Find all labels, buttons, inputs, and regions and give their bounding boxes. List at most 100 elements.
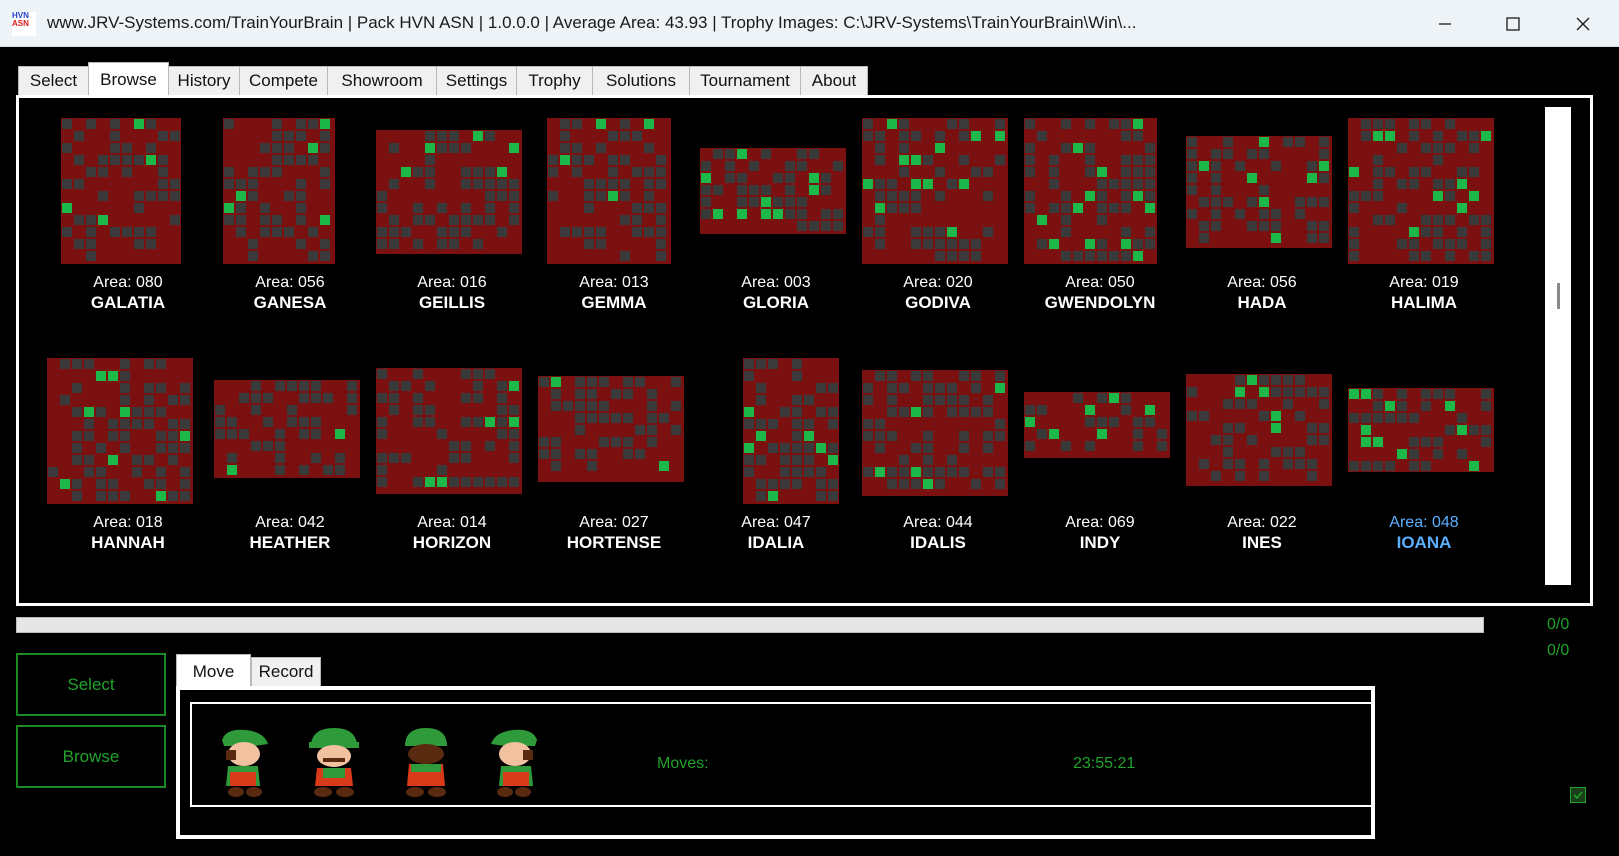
tab-record[interactable]: Record: [251, 657, 321, 687]
floor-tile: [449, 227, 459, 237]
floor-tile: [875, 431, 885, 441]
tab-tournament[interactable]: Tournament: [689, 66, 801, 96]
goal-tile: [1445, 401, 1455, 411]
floor-tile: [584, 155, 594, 165]
floor-tile: [863, 119, 873, 129]
floor-tile: [1097, 251, 1107, 261]
floor-tile: [1457, 413, 1467, 423]
goal-tile: [224, 203, 234, 213]
floor-tile: [224, 167, 234, 177]
floor-tile: [1433, 389, 1443, 399]
tab-select[interactable]: Select: [18, 66, 89, 96]
floor-tile: [449, 131, 459, 141]
floor-tile: [1307, 423, 1317, 433]
puzzle-name: IDALIS: [910, 533, 966, 552]
goal-tile: [701, 173, 711, 183]
floor-tile: [828, 407, 838, 417]
tab-about[interactable]: About: [800, 66, 868, 96]
tab-settings[interactable]: Settings: [436, 66, 517, 96]
floor-tile: [887, 395, 897, 405]
tab-showroom[interactable]: Showroom: [327, 66, 437, 96]
floor-tile: [74, 131, 84, 141]
floor-tile: [611, 413, 621, 423]
goal-tile: [1361, 389, 1371, 399]
floor-tile: [804, 395, 814, 405]
floor-tile: [656, 179, 666, 189]
floor-tile: [1133, 179, 1143, 189]
floor-tile: [887, 179, 897, 189]
floor-tile: [1061, 119, 1071, 129]
floor-tile: [1421, 227, 1431, 237]
floor-tile: [299, 381, 309, 391]
tab-browse[interactable]: Browse: [88, 62, 169, 97]
floor-tile: [425, 131, 435, 141]
floor-tile: [620, 191, 630, 201]
puzzle-thumbnail: [547, 118, 671, 264]
goal-tile: [1085, 405, 1095, 415]
tab-trophy[interactable]: Trophy: [516, 66, 593, 96]
floor-tile: [110, 131, 120, 141]
tab-move[interactable]: Move: [176, 654, 251, 688]
floor-tile: [389, 393, 399, 403]
goal-tile: [1037, 215, 1047, 225]
floor-tile: [170, 191, 180, 201]
floor-tile: [1187, 173, 1197, 183]
floor-tile: [635, 449, 645, 459]
floor-tile: [863, 467, 873, 477]
floor-tile: [1097, 203, 1107, 213]
title-bar: HVN ASN www.JRV-Systems.com/TrainYourBra…: [0, 0, 1619, 47]
floor-tile: [647, 389, 657, 399]
close-button[interactable]: [1548, 0, 1618, 47]
floor-tile: [983, 443, 993, 453]
floor-tile: [1361, 119, 1371, 129]
floor-tile: [485, 441, 495, 451]
goal-tile: [899, 155, 909, 165]
floor-tile: [144, 479, 154, 489]
floor-tile: [311, 381, 321, 391]
floor-tile: [797, 197, 807, 207]
floor-tile: [1445, 425, 1455, 435]
maximize-button[interactable]: [1478, 0, 1548, 47]
floor-tile: [671, 401, 681, 411]
floor-tile: [287, 381, 297, 391]
tab-history[interactable]: History: [168, 66, 240, 96]
browse-scrollbar[interactable]: [1545, 107, 1571, 585]
floor-tile: [584, 191, 594, 201]
floor-tile: [737, 197, 747, 207]
floor-tile: [1349, 191, 1359, 201]
options-checkbox[interactable]: [1570, 787, 1586, 803]
floor-tile: [1385, 119, 1395, 129]
floor-tile: [599, 437, 609, 447]
maximize-icon: [1506, 16, 1520, 31]
floor-tile: [401, 227, 411, 237]
floor-tile: [236, 227, 246, 237]
floor-tile: [780, 467, 790, 477]
move-display: [190, 702, 1373, 807]
puzzle-thumbnail: [862, 118, 1008, 264]
floor-tile: [947, 455, 957, 465]
tab-compete[interactable]: Compete: [239, 66, 328, 96]
tab-solutions[interactable]: Solutions: [592, 66, 690, 96]
floor-tile: [792, 479, 802, 489]
floor-tile: [584, 239, 594, 249]
floor-tile: [146, 191, 156, 201]
floor-tile: [551, 449, 561, 459]
floor-tile: [168, 395, 178, 405]
scrollbar-thumb[interactable]: [1557, 283, 1560, 309]
select-button[interactable]: Select: [16, 653, 166, 716]
goal-tile: [1199, 161, 1209, 171]
floor-tile: [1409, 119, 1419, 129]
floor-tile: [1259, 411, 1269, 421]
floor-tile: [1283, 375, 1293, 385]
floor-tile: [671, 425, 681, 435]
minimize-button[interactable]: [1410, 0, 1480, 47]
floor-tile: [248, 167, 258, 177]
floor-tile: [899, 119, 909, 129]
floor-tile: [911, 479, 921, 489]
floor-tile: [899, 383, 909, 393]
browse-button[interactable]: Browse: [16, 725, 166, 788]
floor-tile: [1121, 119, 1131, 129]
goal-tile: [644, 119, 654, 129]
goal-tile: [1469, 191, 1479, 201]
puzzle-name: HALIMA: [1390, 293, 1458, 312]
